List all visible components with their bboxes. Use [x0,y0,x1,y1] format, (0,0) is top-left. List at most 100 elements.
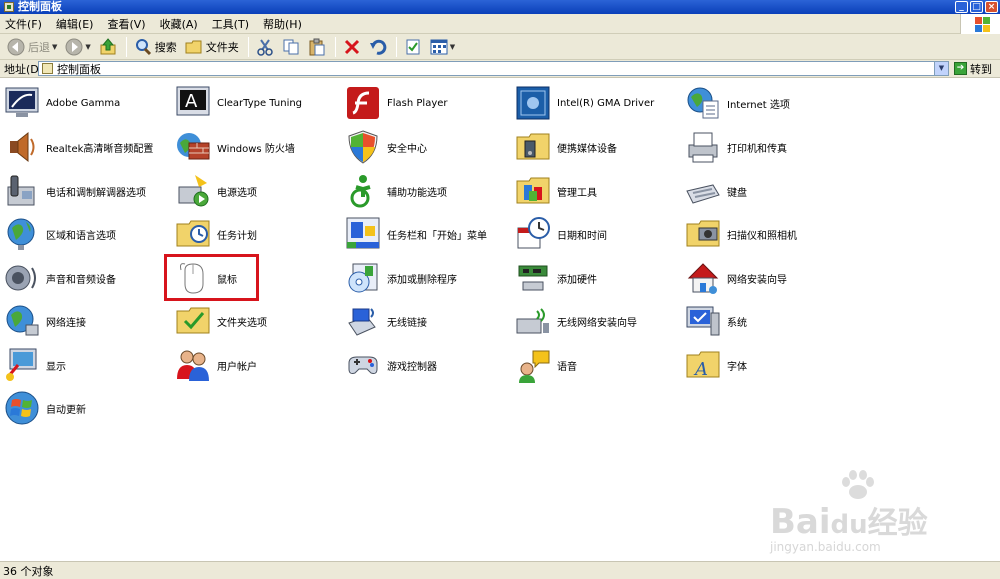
control-panel-item[interactable]: 游戏控制器 [341,345,511,385]
control-panel-item[interactable]: 添加或删除程序 [341,258,511,298]
search-button[interactable]: 搜索 [131,36,180,58]
item-label: 字体 [727,361,747,373]
cut-button[interactable] [253,36,277,58]
control-panel-item[interactable]: 无线链接 [341,301,511,341]
search-icon [135,38,151,55]
control-panel-item[interactable]: 声音和音频设备 [0,258,170,298]
forward-button[interactable]: ▼ [62,36,93,58]
control-panel-item[interactable]: 文件夹选项 [171,301,341,341]
fonts-icon: A [686,351,720,380]
menu-view[interactable]: 查看(V) [107,16,145,32]
power-icon [178,175,209,207]
control-panel-item[interactable]: 安全中心 [341,127,511,167]
admin-tools-icon [516,177,550,204]
address-dropdown-icon[interactable]: ▼ [934,62,948,75]
chevron-down-icon[interactable]: ▼ [450,43,455,51]
control-panel-item[interactable]: 自动更新 [0,388,170,428]
control-panel-item[interactable]: 任务栏和「开始」菜单 [341,214,511,254]
windows-logo-icon [960,14,1000,34]
menu-help[interactable]: 帮助(H) [263,16,302,32]
control-panel-item[interactable]: 显示 [0,345,170,385]
close-button[interactable]: × [985,1,998,13]
menu-edit[interactable]: 编辑(E) [56,16,94,32]
undo-button[interactable] [366,36,390,58]
item-label: 游戏控制器 [387,361,437,373]
properties-button[interactable] [401,36,425,58]
delete-x-icon [344,39,359,54]
control-panel-item[interactable]: A 字体 [681,345,851,385]
control-panel-item[interactable]: 辅助功能选项 [341,171,511,211]
control-panel-item[interactable]: 电话和调制解调器选项 [0,171,170,211]
control-panel-item[interactable]: 便携媒体设备 [511,127,681,167]
copy-icon [283,39,299,54]
control-panel-item[interactable]: 语音 [511,345,681,385]
sound-icon [5,265,36,291]
accessibility-icon [350,175,371,208]
control-panel-item[interactable]: 管理工具 [511,171,681,211]
paw-icon [842,470,874,499]
toolbar-separator [247,36,249,57]
item-label: 日期和时间 [557,230,607,242]
control-panel-item[interactable]: Flash Player [341,83,511,123]
control-panel-item[interactable]: A ClearType Tuning [171,83,341,123]
control-panel-item[interactable]: Realtek高清晰音频配置 [0,127,170,167]
delete-button[interactable] [340,36,364,58]
chevron-down-icon[interactable]: ▼ [85,43,90,51]
maximize-button[interactable]: □ [970,1,983,13]
control-panel-item[interactable]: Windows 防火墙 [171,127,341,167]
control-panel-item[interactable]: 网络安装向导 [681,258,851,298]
go-button[interactable]: ➔ 转到 [954,61,998,76]
control-panel-item[interactable]: 用户帐户 [171,345,341,385]
taskbar-icon [346,217,380,249]
control-panel-item[interactable]: 打印机和传真 [681,127,851,167]
scheduled-tasks-icon [176,220,210,247]
item-label: 管理工具 [557,187,597,199]
menu-favorites[interactable]: 收藏(A) [160,16,198,32]
item-label: 区域和语言选项 [46,230,116,242]
watermark-brand: Baidu经验 [770,502,928,542]
control-panel-item[interactable]: 系统 [681,301,851,341]
globe-icon [7,218,35,250]
control-panel-item[interactable]: Adobe Gamma [0,83,170,123]
control-panel-item[interactable]: Intel(R) GMA Driver [511,83,681,123]
item-label: 添加或删除程序 [387,274,457,286]
up-button[interactable] [96,36,120,58]
item-label: Intel(R) GMA Driver [557,97,655,109]
title-bar[interactable]: 控制面板 _ □ × [0,0,1000,14]
address-input[interactable]: 控制面板 ▼ [38,61,949,76]
menu-file[interactable]: 文件(F) [5,16,42,32]
item-label: 便携媒体设备 [557,143,617,155]
address-label: 地址(D) [4,62,44,76]
copy-button[interactable] [279,36,303,58]
item-label: 显示 [46,361,66,373]
item-label: 语音 [557,361,577,373]
item-label: 键盘 [727,187,747,199]
control-panel-item[interactable]: 键盘 [681,171,851,211]
folders-button[interactable]: 文件夹 [182,36,242,58]
phone-icon [7,175,35,206]
internet-options-icon [687,87,719,119]
folders-label: 文件夹 [205,40,239,54]
users-icon [177,350,209,381]
control-panel-item[interactable]: 无线网络安装向导 [511,301,681,341]
control-panel-item[interactable]: 添加硬件 [511,258,681,298]
menu-tools[interactable]: 工具(T) [212,16,249,32]
paste-button[interactable] [305,36,329,58]
intel-driver-icon [516,86,550,120]
item-label: 网络安装向导 [727,274,787,286]
minimize-button[interactable]: _ [955,1,968,13]
item-label: Internet 选项 [727,99,790,111]
control-panel-item[interactable]: 任务计划 [171,214,341,254]
back-button[interactable]: 后退 ▼ [4,36,60,58]
control-panel-item[interactable]: 网络连接 [0,301,170,341]
control-panel-item[interactable]: 电源选项 [171,171,341,211]
go-arrow-icon: ➔ [954,62,967,75]
keyboard-icon [686,184,720,204]
speech-icon [519,350,550,383]
control-panel-item[interactable]: 区域和语言选项 [0,214,170,254]
chevron-down-icon[interactable]: ▼ [52,43,57,51]
views-button[interactable]: ▼ [427,36,458,58]
control-panel-item[interactable]: 日期和时间 [511,214,681,254]
control-panel-item[interactable]: 扫描仪和照相机 [681,214,851,254]
control-panel-item[interactable]: Internet 选项 [681,83,851,123]
